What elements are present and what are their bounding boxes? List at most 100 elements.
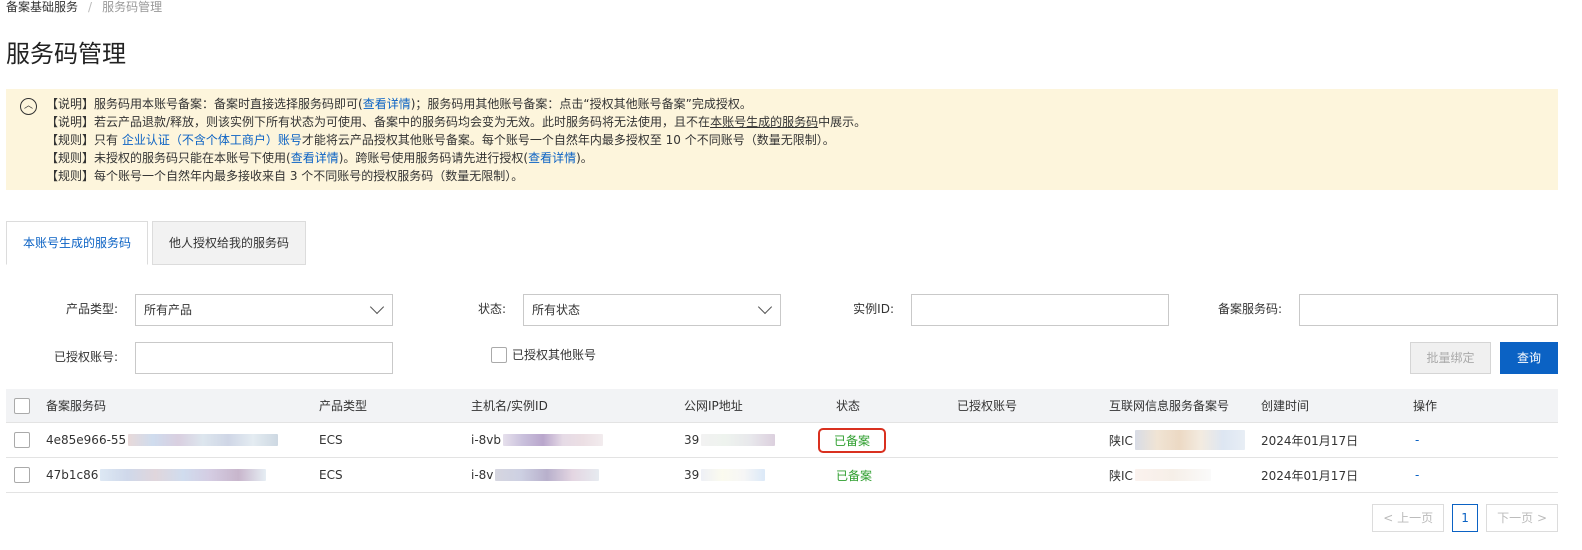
page-number-button[interactable]: 1 [1452, 504, 1479, 532]
notice-lines: 【说明】服务码用本账号备案：备案时直接选择服务码即可(查看详情)；服务码用其他账… [46, 95, 866, 185]
instance-cell: i-8v [471, 458, 600, 492]
header-action: 操作 [1413, 399, 1438, 413]
authorized-others-label[interactable]: 已授权其他账号 [512, 347, 596, 363]
notice-text: 中展示。 [818, 115, 867, 129]
service-code-cell: 47b1c86 [46, 458, 267, 492]
redacted-block [1134, 469, 1211, 481]
header-product-type: 产品类型 [319, 399, 368, 413]
action-cell[interactable]: - [1415, 458, 1419, 492]
notice-line: 【说明】服务码用本账号备案：备案时直接选择服务码即可(查看详情)；服务码用其他账… [46, 95, 866, 113]
query-button[interactable]: 查询 [1500, 342, 1558, 374]
enterprise-auth-link[interactable]: 企业认证（不含个体工商户）账号 [122, 133, 302, 147]
service-code-table: 备案服务码 产品类型 主机名/实例ID 公网IP地址 状态 已授权账号 互联网信… [6, 389, 1558, 493]
redacted-block [701, 434, 776, 446]
table-header: 备案服务码 产品类型 主机名/实例ID 公网IP地址 状态 已授权账号 互联网信… [6, 389, 1558, 423]
icp-cell: 陕IC [1109, 423, 1245, 457]
notice-line: 【规则】只有 企业认证（不含个体工商户）账号才能将云产品授权其他账号备案。每个账… [46, 131, 866, 149]
status-badge: 已备案 [836, 468, 873, 483]
tab-own-codes[interactable]: 本账号生成的服务码 [6, 221, 149, 265]
notice-line: 【规则】每个账号一个自然年内最多接收来自 3 个不同账号的授权服务码（数量无限制… [46, 169, 524, 183]
header-ip: 公网IP地址 [684, 399, 743, 413]
prev-page-label: 上一页 [1397, 511, 1434, 525]
breadcrumb-current: 服务码管理 [102, 0, 163, 14]
icp-cell: 陕IC [1109, 458, 1211, 492]
service-code: 4e85e966-55 [46, 433, 127, 447]
tab-authorized-to-me[interactable]: 他人授权给我的服务码 [152, 221, 307, 265]
created-cell: 2024年01月17日 [1261, 433, 1359, 448]
chevron-left-icon: < [1383, 511, 1398, 525]
redacted-block [1134, 430, 1245, 450]
pagination: < 上一页 1 下一页 > [1372, 504, 1558, 532]
view-details-link[interactable]: 查看详情 [528, 151, 576, 165]
header-icp: 互联网信息服务备案号 [1109, 399, 1230, 413]
action-cell[interactable]: - [1415, 423, 1419, 457]
instance-id: i-8vb [471, 433, 502, 447]
notice-panel: ︿ 【说明】服务码用本账号备案：备案时直接选择服务码即可(查看详情)；服务码用其… [6, 89, 1558, 190]
ip-cell: 39 [684, 458, 766, 492]
chevron-right-icon: > [1533, 511, 1547, 525]
product-type-value: 所有产品 [144, 303, 193, 317]
next-page-button[interactable]: 下一页 > [1486, 504, 1558, 532]
own-codes-underlined: 本账号生成的服务码 [710, 115, 819, 129]
row-select-cell [14, 458, 30, 492]
notice-line: 【说明】若云产品退款/释放，则该实例下所有状态为可使用、备案中的服务码均会变为无… [46, 113, 866, 131]
header-created: 创建时间 [1261, 399, 1310, 413]
product-type-cell: ECS [319, 433, 343, 447]
breadcrumb-parent[interactable]: 备案基础服务 [6, 0, 78, 14]
notice-text: )；服务码用其他账号备案：点击“授权其他账号备案”完成授权。 [410, 97, 752, 111]
header-instance: 主机名/实例ID [471, 399, 548, 413]
notice-text: )。 [576, 151, 593, 165]
view-details-link[interactable]: 查看详情 [363, 97, 411, 111]
header-service-code: 备案服务码 [46, 399, 107, 413]
notice-text: 【说明】服务码用本账号备案：备案时直接选择服务码即可( [46, 97, 363, 111]
header-authorized: 已授权账号 [957, 399, 1018, 413]
instance-id: i-8v [471, 468, 494, 482]
notice-text: 【规则】只有 [46, 133, 122, 147]
status-select[interactable]: 所有状态 [523, 294, 781, 326]
notice-text: 才能将云产品授权其他账号备案。每个账号一个自然年内最多授权至 10 个不同账号（… [301, 133, 835, 147]
prev-page-button[interactable]: < 上一页 [1372, 504, 1445, 532]
select-all-checkbox[interactable] [14, 397, 30, 414]
chevron-down-icon [757, 299, 773, 315]
product-type-select[interactable]: 所有产品 [135, 294, 393, 326]
table-row: 4e85e966-55 ECS i-8vb 39 已备案 陕IC 2024年01… [6, 423, 1558, 458]
row-checkbox[interactable] [14, 432, 30, 448]
authorized-account-input[interactable] [135, 342, 393, 374]
notice-line: 【规则】未授权的服务码只能在本账号下使用(查看详情)。跨账号使用服务码请先进行授… [46, 149, 866, 167]
tab-bar: 本账号生成的服务码 他人授权给我的服务码 [6, 221, 310, 265]
status-cell: 已备案 [818, 423, 887, 457]
collapse-up-icon[interactable]: ︿ [20, 98, 37, 115]
select-all-cell [14, 389, 30, 422]
instance-id-input[interactable] [911, 294, 1169, 326]
breadcrumb-separator: / [88, 0, 93, 14]
notice-text: 【规则】未授权的服务码只能在本账号下使用( [46, 151, 291, 165]
status-label: 状态: [477, 302, 506, 316]
redacted-block [128, 434, 279, 446]
row-select-cell [14, 423, 30, 457]
page-title: 服务码管理 [6, 40, 126, 68]
product-type-cell: ECS [319, 468, 343, 482]
icp-number: 陕IC [1109, 468, 1133, 483]
instance-cell: i-8vb [471, 423, 604, 457]
notice-text: 【说明】若云产品退款/释放，则该实例下所有状态为可使用、备案中的服务码均会变为无… [46, 115, 711, 129]
service-code-input[interactable] [1299, 294, 1558, 326]
ip-address: 39 [684, 433, 700, 447]
batch-bind-button[interactable]: 批量绑定 [1410, 342, 1491, 374]
next-page-label: 下一页 [1497, 511, 1534, 525]
view-details-link[interactable]: 查看详情 [291, 151, 339, 165]
authorized-others-checkbox[interactable] [491, 347, 507, 363]
status-badge: 已备案 [818, 427, 887, 453]
ip-cell: 39 [684, 423, 776, 457]
table-row: 47b1c86 ECS i-8v 39 已备案 陕IC 2024年01月17日 … [6, 458, 1558, 493]
service-code-cell: 4e85e966-55 [46, 423, 279, 457]
service-code-label: 备案服务码: [1217, 302, 1282, 316]
icp-number: 陕IC [1109, 433, 1133, 448]
redacted-block [100, 469, 267, 481]
ip-address: 39 [684, 468, 700, 482]
redacted-block [495, 469, 600, 481]
notice-text: )。跨账号使用服务码请先进行授权( [338, 151, 529, 165]
chevron-down-icon [369, 299, 385, 315]
status-value: 所有状态 [532, 303, 581, 317]
row-checkbox[interactable] [14, 467, 30, 483]
breadcrumb: 备案基础服务 / 服务码管理 [6, 0, 162, 14]
